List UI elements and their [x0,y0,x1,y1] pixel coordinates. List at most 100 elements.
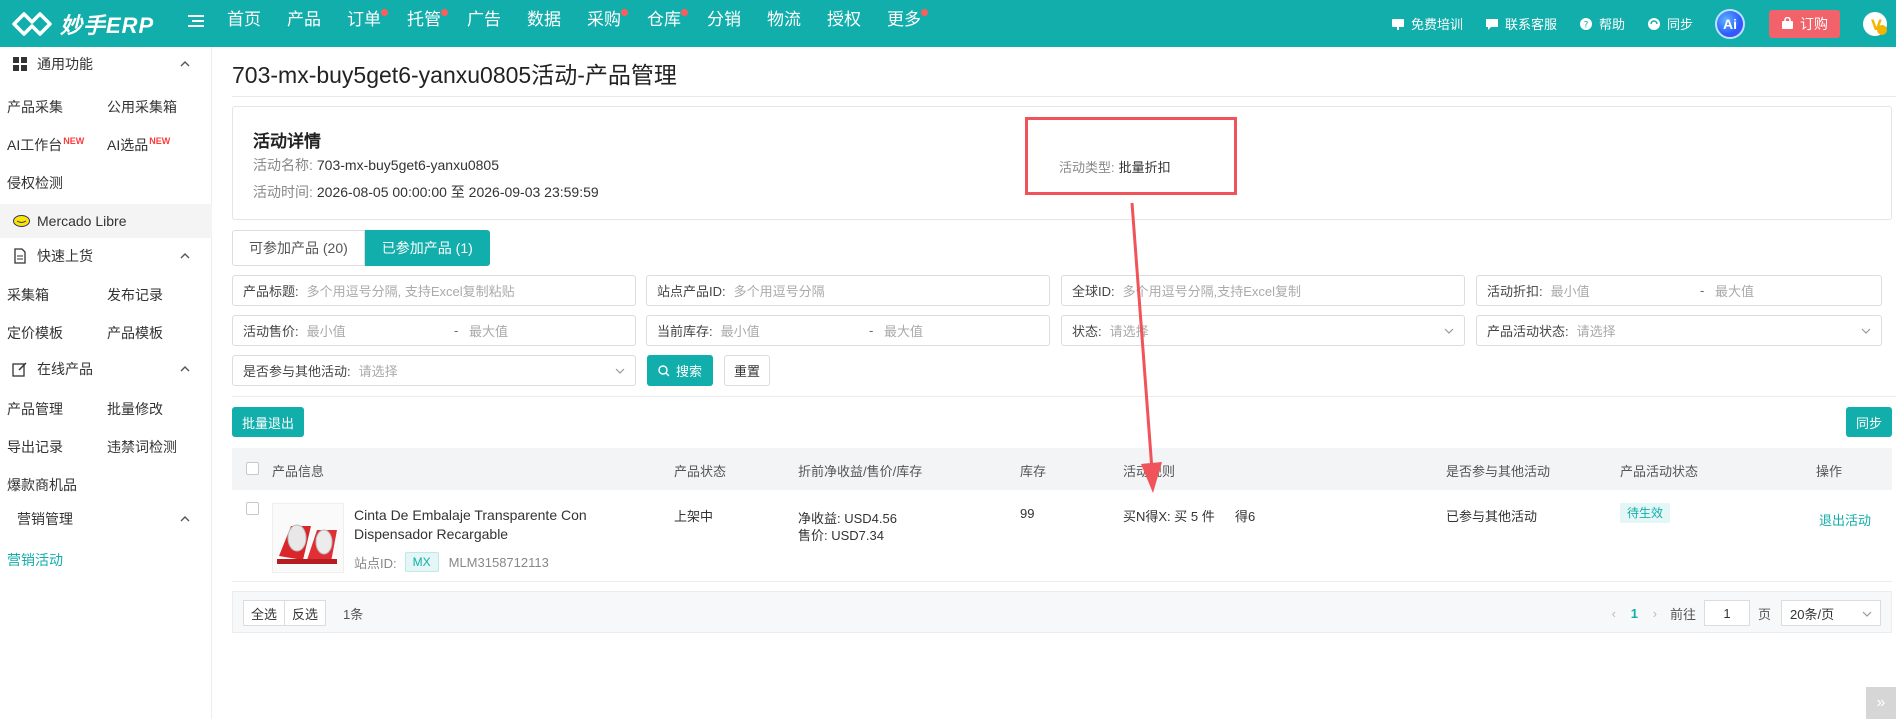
table-row: Cinta De Embalaje Transparente Con Dispe… [232,490,1892,582]
sidebar-section-general[interactable]: 通用功能 [0,47,212,81]
sidebar-item-product-management[interactable]: 产品管理 [7,399,63,419]
nav-ads[interactable]: 广告 [454,0,514,47]
col-stock: 库存 [1020,464,1047,479]
chat-icon [1485,18,1498,30]
logo-text: 妙手ERP [60,12,155,38]
select-all-button[interactable]: 全选 [243,600,285,626]
ai-assistant-icon[interactable]: Ai [1715,8,1745,39]
nav-orders[interactable]: 订单 [334,0,394,47]
nav-dot [921,9,928,16]
sidebar-item-ai-workbench[interactable]: AI工作台NEW [7,135,84,155]
menu-toggle-icon[interactable] [187,12,205,30]
sidebar-item-hot-products[interactable]: 爆款商机品 [7,475,77,495]
training-icon [1391,18,1404,30]
sync-button[interactable]: 同步 [1846,407,1892,437]
chevron-up-icon [180,366,190,372]
cart-icon [1782,17,1793,29]
price-value: 售价: USD7.34 [798,528,884,543]
site-product-id: MLM3158712113 [448,554,549,570]
new-badge: NEW [63,136,85,147]
invert-selection-button[interactable]: 反选 [284,600,326,626]
sync-link[interactable]: 同步 [1647,14,1693,33]
row-checkbox[interactable] [246,502,259,515]
nav-authorization[interactable]: 授权 [814,0,874,47]
current-stock-filter[interactable]: 当前库存: 最小值 - 最大值 [646,315,1050,346]
detail-heading: 活动详情 [253,132,321,151]
sidebar-item-publish-record[interactable]: 发布记录 [107,285,163,305]
main-nav: 首页 产品 订单 托管 广告 数据 采购 仓库 分销 物流 授权 更多 [214,0,934,47]
activity-name-row: 活动名称: 703-mx-buy5get6-yanxu0805 [253,157,500,173]
sidebar-item-banned-words[interactable]: 违禁词检测 [107,437,177,457]
sidebar-section-quick-listing[interactable]: 快速上货 [0,239,212,273]
nav-logistics[interactable]: 物流 [754,0,814,47]
sidebar-section-marketing[interactable]: 营销管理 [0,502,212,536]
next-page-icon[interactable]: › [1648,606,1662,621]
sidebar-item-public-collect-box[interactable]: 公用采集箱 [107,97,177,117]
page-size-select[interactable]: 20条/页 [1781,600,1881,626]
nav-data[interactable]: 数据 [514,0,574,47]
search-button[interactable]: 搜索 [647,355,713,386]
status-select[interactable]: 状态: 请选择 [1061,315,1465,346]
collapse-panel-icon[interactable]: » [1866,687,1896,719]
annotation-highlight-box [1025,117,1237,195]
help-link[interactable]: ? 帮助 [1579,14,1625,33]
sidebar-item-marketing-activities[interactable]: 营销活动 [7,550,63,570]
nav-more[interactable]: 更多 [874,0,934,47]
tab-available-products[interactable]: 可参加产品 (20) [232,230,365,266]
activity-name-value: 703-mx-buy5get6-yanxu0805 [316,157,500,173]
site-product-id-filter[interactable]: 站点产品ID: 多个用逗号分隔 [646,275,1050,306]
sidebar-item-collect-box[interactable]: 采集箱 [7,285,49,305]
global-id-filter[interactable]: 全球ID: 多个用逗号分隔,支持Excel复制 [1061,275,1465,306]
batch-exit-button[interactable]: 批量退出 [232,407,304,437]
nav-warehouse[interactable]: 仓库 [634,0,694,47]
activity-discount-filter[interactable]: 活动折扣: 最小值 - 最大值 [1476,275,1882,306]
sidebar-item-ai-selection[interactable]: AI选品NEW [107,135,170,155]
nav-home[interactable]: 首页 [214,0,274,47]
product-title[interactable]: Cinta De Embalaje Transparente Con Dispe… [354,506,594,544]
app-logo[interactable]: 妙手ERP [10,5,154,42]
chevron-up-icon [180,516,190,522]
contact-support-link[interactable]: 联系客服 [1485,14,1557,33]
top-bar: 妙手ERP 首页 产品 订单 托管 广告 数据 采购 仓库 分销 物流 授权 更… [0,0,1896,47]
goto-page-input[interactable]: 1 [1703,600,1750,626]
nav-hosting[interactable]: 托管 [394,0,454,47]
product-activity-status-select[interactable]: 产品活动状态: 请选择 [1476,315,1882,346]
sidebar-item-product-collect[interactable]: 产品采集 [7,97,63,117]
free-training-link[interactable]: 免费培训 [1391,14,1463,33]
current-page[interactable]: 1 [1631,606,1638,621]
total-count: 1条 [343,607,364,622]
sidebar-section-online-products[interactable]: 在线产品 [0,352,212,386]
exit-activity-link[interactable]: 退出活动 [1819,510,1871,529]
sidebar-item-infringement-check[interactable]: 侵权检测 [7,173,63,193]
activity-time-row: 活动时间: 2026-08-05 00:00:00 至 2026-09-03 23… [253,184,599,200]
activity-price-filter[interactable]: 活动售价: 最小值 - 最大值 [232,315,636,346]
product-status-value: 上架中 [674,509,714,524]
tape-dispenser-image [273,504,343,572]
col-product-status: 产品状态 [674,464,727,479]
vip-avatar-icon[interactable]: V [1860,9,1890,39]
sidebar-item-pricing-template[interactable]: 定价模板 [7,323,63,343]
product-title-filter[interactable]: 产品标题: 多个用逗号分隔, 支持Excel复制粘贴 [232,275,636,306]
page-title: 703-mx-buy5get6-yanxu0805活动-产品管理 [232,62,677,88]
sidebar-item-product-template[interactable]: 产品模板 [107,323,163,343]
mercado-libre-logo-icon [13,215,30,227]
col-product-activity-status: 产品活动状态 [1620,464,1699,479]
order-button[interactable]: 订购 [1769,9,1840,38]
select-all-checkbox[interactable] [246,462,259,475]
prev-page-icon[interactable]: ‹ [1607,606,1621,621]
divider [232,96,1896,97]
reset-button[interactable]: 重置 [724,355,770,386]
sidebar-item-export-record[interactable]: 导出记录 [7,437,63,457]
stock-value: 99 [1020,506,1035,521]
sidebar-item-batch-edit[interactable]: 批量修改 [107,399,163,419]
nav-distribution[interactable]: 分销 [694,0,754,47]
sidebar-platform-mercado[interactable]: Mercado Libre [0,204,212,238]
chevron-down-icon [1444,328,1454,334]
nav-products[interactable]: 产品 [274,0,334,47]
product-thumbnail[interactable] [272,503,344,573]
search-icon [658,364,670,376]
nav-purchase[interactable]: 采购 [574,0,634,47]
tab-joined-products[interactable]: 已参加产品 (1) [364,230,490,266]
chevron-up-icon [180,253,190,259]
other-activity-select[interactable]: 是否参与其他活动: 请选择 [232,355,636,386]
